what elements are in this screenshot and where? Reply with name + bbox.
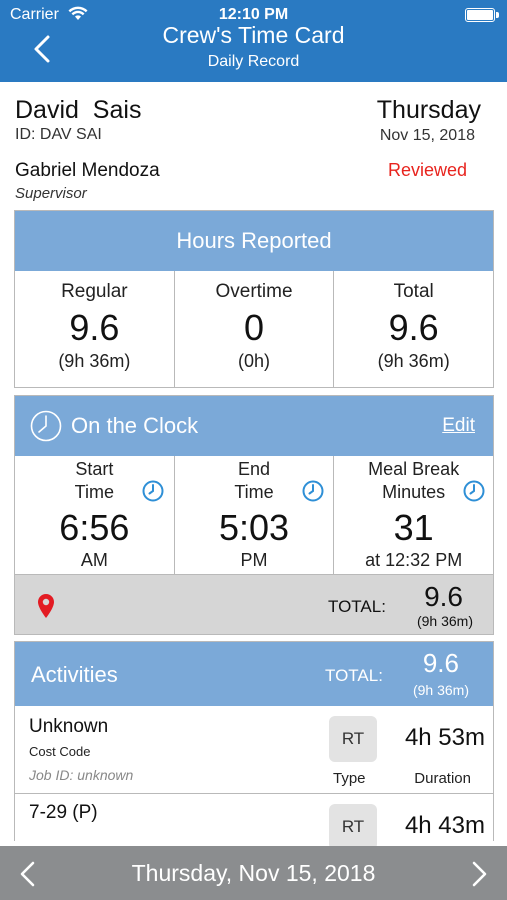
activities-total-label: TOTAL: <box>325 666 383 685</box>
current-date-label: Thursday, Nov 15, 2018 <box>131 860 376 886</box>
edit-clock-link[interactable]: Edit <box>442 415 475 437</box>
activities-total-value: 9.6 <box>422 648 459 678</box>
start-time-value: 6:56 <box>59 507 130 548</box>
activity-type-badge: RT <box>329 804 377 850</box>
clock-total-label: TOTAL: <box>328 597 386 616</box>
activity-type-label: Type <box>333 770 366 787</box>
activity-row[interactable]: Unknown Cost Code Job ID: unknown RT Typ… <box>15 706 493 794</box>
date-navigation-bar: Thursday, Nov 15, 2018 <box>0 846 507 900</box>
end-time-cell: End Time 5:03 PM <box>175 456 335 574</box>
activities-title: Activities <box>31 662 118 687</box>
end-label-1: End <box>237 459 271 479</box>
total-label: Total <box>393 281 434 302</box>
overtime-label: Overtime <box>215 281 293 302</box>
clock-total-detail: (9h 36m) <box>416 613 473 629</box>
regular-label: Regular <box>61 281 128 302</box>
regular-value: 9.6 <box>69 307 120 348</box>
activity-cost-code: Cost Code <box>29 744 91 759</box>
overtime-value: 0 <box>243 307 265 348</box>
meal-break-cell: Meal Break Minutes 31 at 12:32 PM <box>334 456 493 574</box>
page-subtitle: Daily Record <box>207 53 300 70</box>
page-title: Crew's Time Card <box>162 22 345 48</box>
regular-detail: (9h 36m) <box>58 351 131 371</box>
total-value: 9.6 <box>388 307 439 348</box>
employee-id: ID: DAV SAI <box>15 126 102 143</box>
activity-name: 7-29 (P) <box>29 802 98 823</box>
activities-card: Activities TOTAL: 9.6 (9h 36m) Unknown C… <box>14 641 494 882</box>
meal-label-1: Meal Break <box>368 459 460 479</box>
overtime-hours: Overtime 0 (0h) <box>175 271 335 387</box>
end-time-ampm: PM <box>240 550 268 570</box>
hours-reported-title: Hours Reported <box>15 211 493 271</box>
start-time-ampm: AM <box>80 550 108 570</box>
start-time-clock-icon[interactable] <box>142 480 164 502</box>
hours-reported-card: Hours Reported Regular 9.6 (9h 36m) Over… <box>14 210 494 388</box>
activity-duration: 4h 53m <box>404 724 485 751</box>
end-time-value: 5:03 <box>218 507 290 548</box>
header-bar: Carrier 12:10 PM Crew's Time Card Daily … <box>0 0 507 82</box>
activities-total-detail: (9h 36m) <box>412 682 469 698</box>
clock-total-value: 9.6 <box>424 581 463 612</box>
clock-icon <box>30 410 62 442</box>
activity-name: Unknown <box>29 716 109 737</box>
overtime-detail: (0h) <box>238 351 271 371</box>
review-status: Reviewed <box>387 160 467 180</box>
next-day-button[interactable] <box>467 860 491 888</box>
total-detail: (9h 36m) <box>377 351 450 371</box>
activity-duration: 4h 43m <box>404 812 485 839</box>
activity-type-badge: RT <box>329 716 377 762</box>
total-hours: Total 9.6 (9h 36m) <box>334 271 493 387</box>
activity-job-id: Job ID: unknown <box>29 767 134 783</box>
record-date: Nov 15, 2018 <box>379 127 475 144</box>
employee-name: David Sais <box>15 96 142 124</box>
day-name: Thursday <box>376 96 481 124</box>
start-label-1: Start <box>75 459 114 479</box>
end-time-clock-icon[interactable] <box>302 480 324 502</box>
on-the-clock-card: On the Clock Edit Start Time 6:56 AM End… <box>14 395 494 635</box>
meal-break-time: at 12:32 PM <box>365 550 463 570</box>
clock-total-row: TOTAL: 9.6 (9h 36m) <box>15 574 493 634</box>
supervisor-role: Supervisor <box>15 185 87 202</box>
meal-break-value: 31 <box>393 507 434 548</box>
on-the-clock-title: On the Clock <box>71 413 199 438</box>
location-pin-icon[interactable] <box>37 593 55 619</box>
battery-icon <box>465 8 499 22</box>
start-time-cell: Start Time 6:56 AM <box>15 456 175 574</box>
activity-duration-label: Duration <box>414 770 471 787</box>
regular-hours: Regular 9.6 (9h 36m) <box>15 271 175 387</box>
supervisor-name: Gabriel Mendoza <box>15 160 160 181</box>
meal-break-clock-icon[interactable] <box>463 480 485 502</box>
